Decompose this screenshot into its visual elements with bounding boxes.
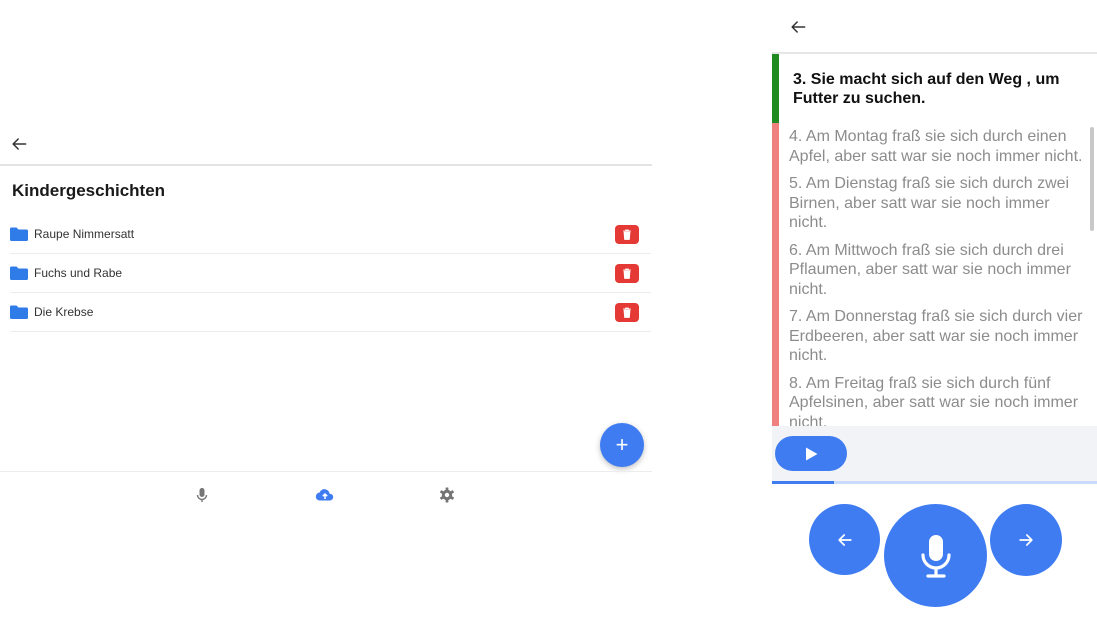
arrow-left-icon [837,533,852,546]
play-icon [806,447,818,460]
folder-icon [10,305,28,319]
folder-list: Raupe Nimmersatt Fuchs und Rabe Die Kreb… [10,215,651,332]
trash-icon [623,229,631,240]
list-item[interactable]: Raupe Nimmersatt [10,215,651,254]
delete-button[interactable] [615,303,639,322]
page-title: Kindergeschichten [12,181,166,200]
sentence-item[interactable]: 6. Am Mittwoch fraß sie sich durch drei … [779,237,1097,300]
add-folder-button[interactable]: + [600,423,644,467]
folder-icon [10,266,28,280]
record-button[interactable] [884,504,987,607]
microphone-icon [920,534,951,578]
gear-icon[interactable] [437,485,457,505]
list-item[interactable]: Fuchs und Rabe [10,254,651,293]
cloud-upload-icon[interactable] [315,485,335,505]
delete-button[interactable] [615,225,639,244]
playback-progress-fill [772,481,834,484]
play-button[interactable] [775,436,847,471]
sentence-item[interactable]: 5. Am Dienstag fraß sie sich durch zwei … [779,170,1097,233]
previous-sentence-button[interactable] [809,504,880,575]
sentence-item[interactable]: 4. Am Montag fraß sie sich durch einen A… [779,123,1097,166]
microphone-icon[interactable] [192,485,212,505]
current-sentence-text: 3. Sie macht sich auf den Weg , um Futte… [793,71,1060,107]
delete-button[interactable] [615,264,639,283]
sentence-item[interactable]: 7. Am Donnerstag fraß sie sich durch vie… [779,303,1097,366]
arrow-right-icon [1019,534,1033,546]
audio-player [772,426,1097,482]
list-item[interactable]: Die Krebse [10,293,651,332]
header-divider [0,164,652,166]
scrollbar[interactable] [1090,127,1094,231]
current-sentence: 3. Sie macht sich auf den Weg , um Futte… [772,54,1097,123]
story-reader-screen: 3. Sie macht sich auf den Weg , um Futte… [772,0,1097,624]
folder-name: Die Krebse [34,305,94,319]
next-sentence-button[interactable] [990,504,1062,576]
bottom-nav-divider [0,471,652,472]
sentence-list[interactable]: 4. Am Montag fraß sie sich durch einen A… [772,123,1097,426]
trash-icon [623,307,631,318]
sentence-item[interactable]: 8. Am Freitag fraß sie sich durch fünf A… [779,370,1097,427]
arrow-left-icon[interactable] [9,134,29,154]
plus-icon: + [615,432,629,457]
folder-list-screen: Kindergeschichten Raupe Nimmersatt Fuchs… [0,0,652,624]
playback-progress[interactable] [772,481,1097,484]
folder-icon [10,227,28,241]
arrow-left-icon[interactable] [788,17,808,37]
trash-icon [623,268,631,279]
folder-name: Raupe Nimmersatt [34,227,135,241]
folder-name: Fuchs und Rabe [34,266,123,280]
